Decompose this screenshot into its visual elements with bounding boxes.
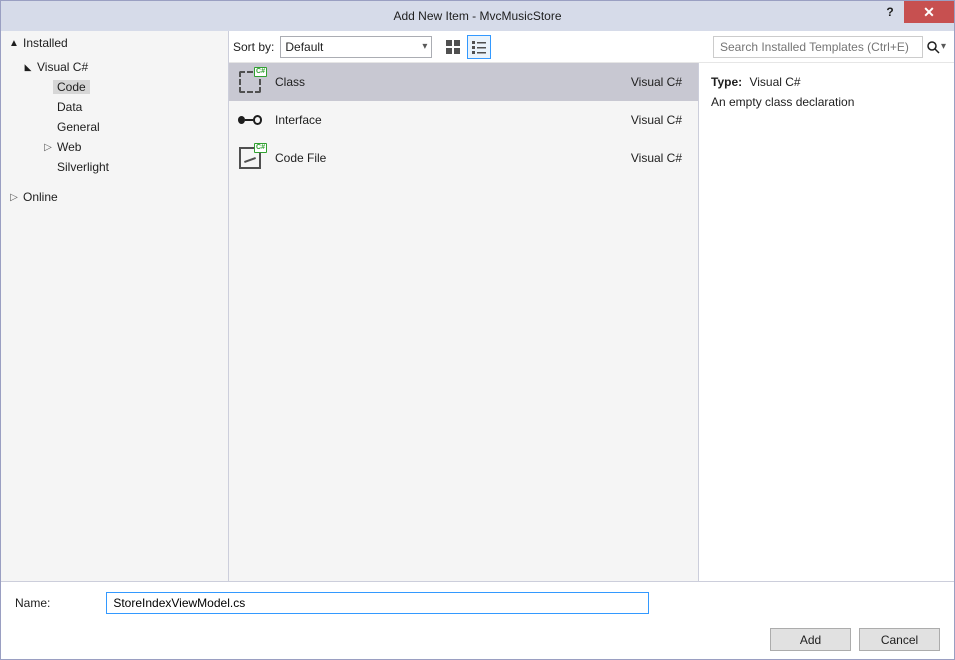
sidebar-header-label: Installed: [19, 36, 72, 50]
sidebar-item-silverlight[interactable]: Silverlight: [1, 157, 228, 177]
sidebar-item-installed[interactable]: ▲ Installed: [1, 33, 228, 53]
spacer: [43, 82, 53, 93]
sidebar-item-general[interactable]: General: [1, 117, 228, 137]
sidebar-item-label: Code: [53, 80, 90, 94]
search-input[interactable]: [713, 36, 923, 58]
list-view-button[interactable]: [468, 36, 490, 58]
template-interface[interactable]: InterfaceVisual C#: [229, 101, 698, 139]
window-title: Add New Item - MvcMusicStore: [393, 9, 561, 23]
name-input[interactable]: [106, 592, 649, 614]
template-language: Visual C#: [631, 75, 682, 89]
sortby-label: Sort by:: [233, 40, 274, 54]
template-name: Class: [275, 75, 631, 89]
cancel-button[interactable]: Cancel: [859, 628, 940, 651]
dialog-window: Add New Item - MvcMusicStore ? ✕ ▲ Insta…: [0, 0, 955, 660]
info-type-label: Type:: [711, 75, 742, 89]
help-button[interactable]: ?: [876, 1, 904, 23]
chevron-right-icon[interactable]: ▷: [43, 142, 53, 153]
info-type-row: Type: Visual C#: [711, 75, 942, 89]
sidebar-item-label: Online: [19, 190, 62, 204]
view-mode-toggle: [442, 36, 490, 58]
toolbar: Sort by: Default ▾: [229, 31, 954, 63]
sidebar-item-data[interactable]: Data: [1, 97, 228, 117]
grid-view-button[interactable]: [442, 36, 464, 58]
search-options-chevron[interactable]: ▾: [941, 41, 946, 52]
template-language: Visual C#: [631, 113, 682, 127]
main-panel: Sort by: Default ▾: [229, 31, 954, 581]
sidebar-item-code[interactable]: Code: [1, 77, 228, 97]
chevron-down-icon[interactable]: ▲: [9, 38, 19, 49]
titlebar[interactable]: Add New Item - MvcMusicStore ? ✕: [1, 1, 954, 31]
class-icon: C#: [235, 69, 265, 95]
category-tree: ◢Visual C# Code Data General▷Web Silverl…: [1, 53, 228, 207]
main-lower: C#ClassVisual C#InterfaceVisual C#C#Code…: [229, 63, 954, 581]
add-button[interactable]: Add: [770, 628, 851, 651]
interface-icon: [235, 107, 265, 133]
name-row: Name:: [15, 592, 940, 614]
name-label: Name:: [15, 596, 50, 610]
template-name: Code File: [275, 151, 631, 165]
template-class[interactable]: C# ClassVisual C#: [229, 63, 698, 101]
info-description: An empty class declaration: [711, 95, 942, 109]
sidebar-item-visual-c-[interactable]: ◢Visual C#: [1, 57, 228, 77]
sidebar-item-label: Data: [53, 100, 86, 114]
template-list: C#ClassVisual C#InterfaceVisual C#C#Code…: [229, 63, 699, 581]
template-language: Visual C#: [631, 151, 682, 165]
close-button[interactable]: ✕: [904, 1, 954, 23]
spacer: [43, 102, 53, 113]
dialog-body: ▲ Installed ◢Visual C# Code Data General…: [1, 31, 954, 581]
info-panel: Type: Visual C# An empty class declarati…: [699, 63, 954, 581]
chevron-down-icon: ▾: [422, 41, 427, 52]
spacer: [43, 162, 53, 173]
search-icon[interactable]: [923, 36, 943, 58]
search-wrap: ▾: [713, 36, 946, 58]
info-type-value: Visual C#: [749, 75, 800, 89]
sidebar-item-web[interactable]: ▷Web: [1, 137, 228, 157]
buttons-row: Add Cancel: [15, 628, 940, 651]
codefile-icon: C#: [235, 145, 265, 171]
sidebar-item-label: Visual C#: [33, 60, 92, 74]
sidebar-item-label: Web: [53, 140, 85, 154]
titlebar-buttons: ? ✕: [876, 1, 954, 23]
sidebar-item-label: Silverlight: [53, 160, 113, 174]
sortby-select[interactable]: Default ▾: [280, 36, 432, 58]
chevron-right-icon[interactable]: ▷: [9, 192, 19, 203]
sortby-value: Default: [285, 40, 323, 54]
spacer: [43, 122, 53, 133]
sidebar-item-online[interactable]: ▷Online: [1, 187, 228, 207]
dialog-footer: Name: Add Cancel: [1, 581, 954, 659]
template-code-file[interactable]: C# Code FileVisual C#: [229, 139, 698, 177]
chevron-down-icon[interactable]: ◢: [23, 62, 33, 73]
category-sidebar: ▲ Installed ◢Visual C# Code Data General…: [1, 31, 229, 581]
template-name: Interface: [275, 113, 631, 127]
sidebar-item-label: General: [53, 120, 104, 134]
